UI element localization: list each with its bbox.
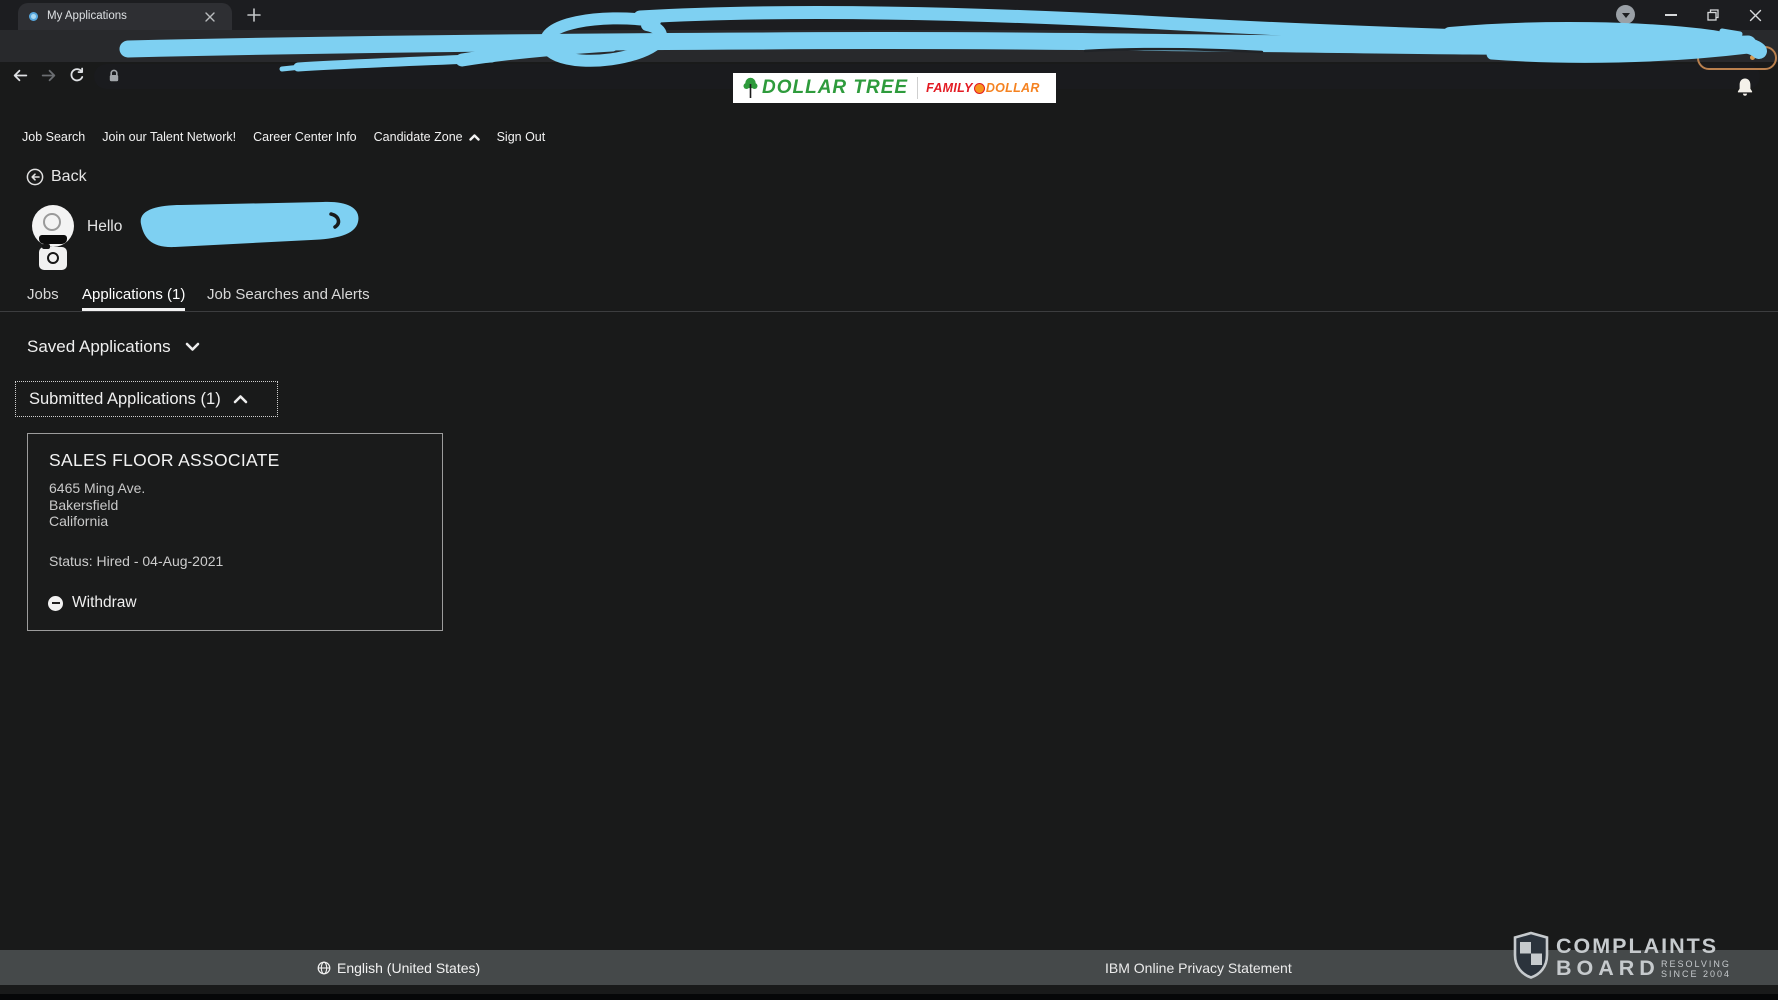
back-link[interactable]: Back <box>26 168 87 186</box>
language-label: English (United States) <box>337 960 480 976</box>
dollar-tree-icon <box>743 77 758 99</box>
job-title: SALES FLOOR ASSOCIATE <box>49 450 280 471</box>
family-dollar-coin-icon <box>974 83 985 94</box>
complaintsboard-wordmark-line2: BOARD <box>1556 956 1660 981</box>
camera-lens-icon <box>47 252 59 264</box>
chevron-down-icon <box>185 342 200 352</box>
submitted-applications-toggle[interactable]: Submitted Applications (1) <box>15 381 278 417</box>
avatar <box>32 205 74 247</box>
language-selector[interactable]: English (United States) <box>317 950 480 985</box>
avatar-shoulders-icon <box>39 235 67 244</box>
browser-window: My Applications <box>0 0 1778 1000</box>
chevron-up-icon <box>233 394 248 404</box>
dollar-tree-wordmark: DOLLAR TREE <box>762 77 908 99</box>
nav-candidate-zone[interactable]: Candidate Zone <box>374 130 480 144</box>
profile-tabs: Jobs Applications (1) Job Searches and A… <box>0 284 1778 312</box>
family-dollar-wordmark-dollar: DOLLAR <box>986 81 1040 95</box>
greeting-text: Hello <box>87 218 122 236</box>
complaintsboard-tagline-1: RESOLVING <box>1661 959 1731 969</box>
nav-career-center-info[interactable]: Career Center Info <box>253 130 357 144</box>
url-redaction-scribble <box>0 0 1778 84</box>
notifications-bell-icon[interactable] <box>1735 77 1755 99</box>
job-city: Bakersfield <box>49 497 145 514</box>
bottom-strip <box>0 994 1778 1000</box>
minus-circle-icon <box>48 596 63 611</box>
nav-talent-network[interactable]: Join our Talent Network! <box>102 130 236 144</box>
brand-banner: DOLLAR TREE FAMILY DOLLAR <box>733 73 1056 103</box>
job-address: 6465 Ming Ave. <box>49 480 145 497</box>
tab-applications[interactable]: Applications (1) <box>82 286 185 303</box>
complaintsboard-shield-icon <box>1511 931 1551 979</box>
saved-applications-toggle[interactable]: Saved Applications <box>27 337 200 357</box>
tab-job-searches-alerts[interactable]: Job Searches and Alerts <box>207 286 370 303</box>
submitted-applications-label: Submitted Applications (1) <box>29 390 221 409</box>
banner-divider <box>917 77 918 99</box>
globe-icon <box>317 961 331 975</box>
complaintsboard-tagline-2: SINCE 2004 <box>1661 969 1731 979</box>
avatar-head-icon <box>43 213 61 231</box>
chevron-up-icon <box>469 134 480 141</box>
family-dollar-wordmark-family: FAMILY <box>926 81 973 95</box>
change-photo-camera-button[interactable] <box>39 247 67 270</box>
tab-jobs[interactable]: Jobs <box>27 286 59 303</box>
nav-sign-out[interactable]: Sign Out <box>497 130 546 144</box>
saved-applications-label: Saved Applications <box>27 337 171 357</box>
withdraw-label: Withdraw <box>72 594 137 612</box>
name-redaction-scribble <box>125 197 370 252</box>
back-label: Back <box>51 168 87 186</box>
application-status: Status: Hired - 04-Aug-2021 <box>49 553 223 569</box>
camera-nub-icon <box>42 244 50 249</box>
privacy-statement-link[interactable]: IBM Online Privacy Statement <box>1105 950 1292 985</box>
active-tab-underline <box>82 308 185 311</box>
job-state: California <box>49 513 145 530</box>
nav-job-search[interactable]: Job Search <box>22 130 85 144</box>
main-nav: Job Search Join our Talent Network! Care… <box>22 130 545 144</box>
back-circle-arrow-icon <box>26 168 44 186</box>
withdraw-button[interactable]: Withdraw <box>48 594 137 612</box>
job-location: 6465 Ming Ave. Bakersfield California <box>49 480 145 530</box>
application-card: SALES FLOOR ASSOCIATE 6465 Ming Ave. Bak… <box>27 433 443 631</box>
